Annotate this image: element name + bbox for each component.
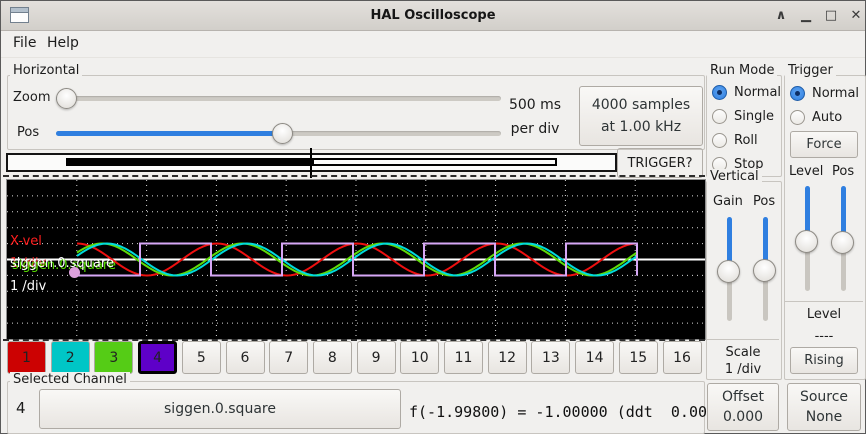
radio-label: Normal: [812, 86, 859, 101]
channel-button-12[interactable]: 12: [488, 341, 527, 374]
trigger-position-marker: [310, 148, 312, 178]
channel-button-3[interactable]: 3: [94, 341, 133, 374]
vertical-gain-slider[interactable]: [717, 217, 741, 321]
menu-file[interactable]: File: [7, 33, 42, 54]
trigger-divider: [785, 301, 863, 302]
selected-channel-name-button[interactable]: siggen.0.square: [39, 389, 401, 429]
slider-fill: [56, 131, 282, 136]
trigger-level-readout-label: Level: [784, 307, 864, 322]
radio-icon[interactable]: [712, 133, 727, 148]
channel-button-9[interactable]: 9: [357, 341, 396, 374]
run-mode-group-label: Run Mode: [707, 63, 777, 78]
trigger-radios: Normal Auto: [790, 81, 860, 129]
trigger-pos-column-label: Pos: [832, 164, 854, 179]
timebase-readout: 500 ms per div: [499, 93, 571, 141]
radio-label: Normal: [734, 85, 781, 100]
maximize-button[interactable]: □: [819, 1, 843, 30]
close-button[interactable]: ✕: [844, 1, 866, 30]
trigger-edge-button[interactable]: Rising: [790, 347, 858, 374]
slider-track[interactable]: [56, 96, 501, 101]
selected-channel-number: 4: [16, 399, 26, 417]
zoom-label: Zoom: [13, 90, 50, 105]
channel-button-7[interactable]: 7: [269, 341, 308, 374]
channel-button-14[interactable]: 14: [575, 341, 614, 374]
scope-label: X-vel: [10, 235, 42, 249]
trigger-status-label: TRIGGER?: [627, 156, 692, 171]
horizontal-zoom-slider[interactable]: [56, 88, 501, 109]
vertical-pos-label: Pos: [753, 194, 775, 209]
menu-help[interactable]: Help: [41, 33, 85, 54]
channel-button-15[interactable]: 15: [619, 341, 658, 374]
slider-handle[interactable]: [795, 230, 818, 253]
radio-normal[interactable]: Normal: [790, 81, 860, 105]
slider-handle[interactable]: [717, 260, 740, 283]
scope-display[interactable]: X-vel1 /divsiggen.0.squaresiggen.0.squar…: [6, 179, 706, 340]
trigger-group-label: Trigger: [785, 63, 836, 78]
radio-label: Auto: [812, 110, 842, 125]
title-bar[interactable]: HAL Oscilloscope ∧▁□✕: [1, 1, 865, 31]
run-mode-radios: NormalSingleRollStop: [712, 80, 778, 176]
radio-icon[interactable]: [712, 85, 727, 100]
radio-label: Roll: [734, 133, 758, 148]
radio-icon[interactable]: [790, 110, 805, 125]
radio-auto[interactable]: Auto: [790, 105, 860, 129]
radio-normal[interactable]: Normal: [712, 80, 778, 104]
halscope-window: { "window": { "title": "HAL Oscilloscope…: [0, 0, 866, 434]
trigger-pos-slider[interactable]: [831, 186, 855, 291]
pos-label: Pos: [17, 125, 39, 140]
trigger-source-button[interactable]: Source None: [787, 383, 861, 431]
vertical-group-label: Vertical: [707, 169, 762, 184]
trigger-level-slider[interactable]: [795, 186, 819, 291]
record-filled-segment: [66, 158, 312, 166]
force-button[interactable]: Force: [790, 131, 858, 158]
offset-button[interactable]: Offset 0.000: [707, 383, 779, 431]
channel-button-5[interactable]: 5: [182, 341, 221, 374]
record-pretrigger-segment: [312, 158, 557, 166]
scale-value: 1 /div: [706, 362, 780, 377]
scope-focus-dash-top: [3, 175, 705, 177]
menu-bar: File Help: [1, 30, 865, 58]
scope-label: siggen.0.square: [10, 257, 114, 271]
minimize-button[interactable]: ▁: [794, 1, 818, 30]
slider-handle[interactable]: [831, 231, 854, 254]
radio-label: Single: [734, 109, 774, 124]
channel-button-11[interactable]: 11: [444, 341, 483, 374]
radio-icon[interactable]: [712, 109, 727, 124]
channel-button-4[interactable]: 4: [138, 341, 177, 374]
horizontal-group-label: Horizontal: [10, 63, 82, 78]
radio-single[interactable]: Single: [712, 104, 778, 128]
channel-button-8[interactable]: 8: [313, 341, 352, 374]
trigger-status-box: TRIGGER?: [617, 148, 703, 178]
slider-handle[interactable]: [56, 88, 77, 109]
trigger-level-readout-value: ----: [784, 329, 864, 344]
vertical-gain-label: Gain: [713, 194, 743, 209]
channel-button-6[interactable]: 6: [226, 341, 265, 374]
channel-button-1[interactable]: 1: [7, 341, 46, 374]
slider-handle[interactable]: [272, 123, 293, 144]
slider-handle[interactable]: [753, 259, 776, 282]
window-title: HAL Oscilloscope: [1, 1, 865, 30]
channel-button-13[interactable]: 13: [531, 341, 570, 374]
vertical-divider: [707, 339, 779, 340]
samples-button[interactable]: 4000 samples at 1.00 kHz: [579, 86, 703, 146]
channel-value-readout: f(-1.99800) = -1.00000 (ddt 0.00000): [409, 403, 743, 421]
horizontal-pos-slider[interactable]: [56, 123, 501, 144]
channel-button-10[interactable]: 10: [400, 341, 439, 374]
selected-channel-group-label: Selected Channel: [10, 372, 130, 387]
radio-icon[interactable]: [790, 86, 805, 101]
channel-position-marker[interactable]: [69, 267, 80, 278]
channel-button-16[interactable]: 16: [663, 341, 702, 374]
scope-label: 1 /div: [10, 280, 46, 294]
vertical-pos-slider[interactable]: [753, 217, 777, 321]
trigger-level-column-label: Level: [789, 164, 823, 179]
scale-label: Scale: [706, 345, 780, 360]
channel-button-2[interactable]: 2: [51, 341, 90, 374]
radio-roll[interactable]: Roll: [712, 128, 778, 152]
shade-button[interactable]: ∧: [769, 1, 793, 30]
